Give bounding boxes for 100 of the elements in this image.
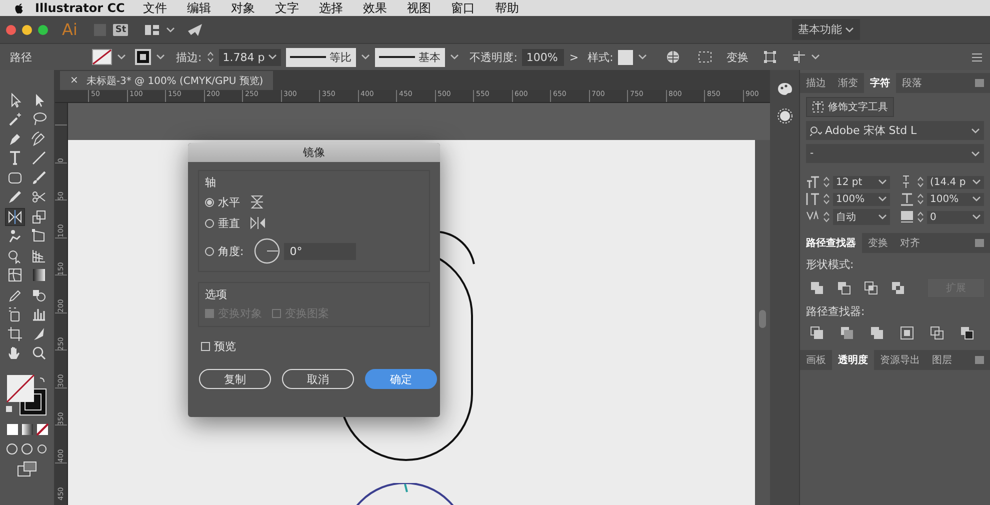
menu-item[interactable]: 文件 — [142, 0, 167, 16]
character-field[interactable]: (14.4 p — [927, 176, 984, 188]
chevron-down-icon[interactable] — [268, 54, 277, 60]
menu-item[interactable]: 效果 — [362, 0, 387, 16]
brush-dropdown[interactable]: 基本 — [374, 48, 445, 66]
transform-button[interactable]: 变换 — [726, 50, 748, 64]
opacity-field[interactable]: 100% — [522, 48, 564, 66]
spinner-arrows-icon[interactable] — [917, 211, 924, 223]
panel-tab[interactable]: 渐变 — [832, 73, 864, 93]
close-button[interactable] — [6, 24, 16, 34]
chevron-down-icon[interactable] — [845, 26, 854, 32]
chevron-down-icon[interactable] — [811, 54, 820, 60]
angle-field[interactable]: 0° — [284, 242, 356, 260]
touch-type-tool-button[interactable]: 修饰文字工具 — [806, 97, 894, 117]
close-tab-button[interactable]: × — [70, 75, 78, 86]
menu-icon[interactable] — [972, 52, 982, 62]
unite-icon[interactable] — [810, 281, 824, 295]
spinner-arrows-icon[interactable] — [917, 176, 924, 188]
sun-icon[interactable] — [776, 108, 792, 124]
panel-tab[interactable]: 字符 — [864, 73, 896, 93]
angle-dial[interactable] — [254, 238, 280, 264]
color-mode-icons[interactable] — [5, 423, 49, 437]
panel-tab[interactable]: 图层 — [926, 350, 958, 370]
drawing-mode-icons[interactable] — [5, 442, 49, 456]
dialog-button[interactable]: 复制 — [199, 369, 271, 389]
fill-none-swatch[interactable] — [92, 49, 112, 65]
variable-width-profile-dropdown[interactable]: 等比 — [286, 48, 356, 66]
globe-icon[interactable] — [666, 50, 680, 64]
style-swatch[interactable] — [618, 50, 634, 64]
chevron-down-icon[interactable] — [971, 150, 980, 156]
align-selection-icon[interactable] — [697, 50, 714, 64]
zoom-button[interactable] — [38, 24, 48, 34]
palette-icon[interactable] — [776, 82, 792, 96]
chevron-down-icon[interactable] — [972, 179, 981, 185]
chevron-down-icon[interactable] — [156, 54, 165, 60]
font-style-dropdown[interactable]: - — [806, 144, 984, 163]
more-options-button[interactable]: > — [569, 50, 579, 64]
apple-logo-icon[interactable] — [13, 2, 25, 14]
panel-tab[interactable]: 路径查找器 — [800, 233, 862, 253]
panel-tab[interactable]: 段落 — [896, 73, 928, 93]
divide-icon[interactable] — [810, 326, 824, 340]
radio-button[interactable] — [205, 198, 214, 206]
minus-back-icon[interactable] — [960, 326, 974, 340]
panel-tab[interactable]: 资源导出 — [874, 350, 926, 370]
font-family-dropdown[interactable]: Adobe 宋体 Std L — [806, 121, 984, 140]
minimize-button[interactable] — [22, 24, 32, 34]
chevron-down-icon[interactable] — [360, 54, 370, 60]
radio-button[interactable] — [205, 246, 214, 256]
chevron-down-icon[interactable] — [971, 128, 980, 134]
panel-tab[interactable]: 描边 — [800, 73, 832, 93]
spinner-arrows-icon[interactable] — [206, 51, 214, 63]
chevron-down-icon[interactable] — [972, 214, 981, 220]
chevron-down-icon[interactable] — [878, 214, 887, 220]
character-field[interactable]: 100% — [927, 192, 984, 206]
menu-item[interactable]: 文字 — [274, 0, 299, 16]
paper-plane-icon[interactable] — [187, 22, 204, 36]
workspace-switcher[interactable]: 基本功能 — [792, 19, 860, 40]
stroke-swatch[interactable] — [135, 49, 151, 65]
crop-icon[interactable] — [900, 326, 914, 340]
chevron-down-icon[interactable] — [878, 179, 887, 185]
spinner-arrows-icon[interactable] — [823, 211, 830, 223]
panel-tab[interactable]: 透明度 — [832, 350, 874, 370]
layout-icon[interactable] — [144, 24, 160, 36]
dialog-button[interactable]: 取消 — [282, 369, 354, 389]
checkbox[interactable] — [201, 342, 210, 350]
menu-item[interactable]: 窗口 — [450, 0, 475, 16]
bounding-box-icon[interactable] — [763, 50, 778, 64]
radio-button[interactable] — [205, 218, 214, 228]
chevron-down-icon[interactable] — [638, 54, 648, 60]
exclude-icon[interactable] — [891, 281, 905, 295]
minus-front-icon[interactable] — [837, 281, 851, 295]
merge-icon[interactable] — [870, 326, 884, 340]
intersect-icon[interactable] — [864, 281, 878, 295]
character-field[interactable]: 0 — [927, 210, 984, 224]
menu-item[interactable]: 帮助 — [494, 0, 519, 16]
menu-item[interactable]: 视图 — [406, 0, 431, 16]
app-name-menu[interactable]: Illustrator CC — [35, 1, 125, 15]
stroke-weight-field[interactable]: 1.784 p — [218, 48, 281, 66]
menu-item[interactable]: 选择 — [318, 0, 343, 16]
stock-button[interactable]: St — [113, 24, 128, 36]
chevron-down-icon[interactable] — [117, 54, 126, 60]
panel-tab[interactable]: 对齐 — [894, 233, 926, 253]
menu-item[interactable]: 编辑 — [186, 0, 211, 16]
spinner-arrows-icon[interactable] — [917, 193, 924, 205]
chevron-down-icon[interactable] — [166, 26, 176, 32]
character-field[interactable]: 100% — [833, 192, 890, 206]
panel-tab[interactable]: 画板 — [800, 350, 832, 370]
menu-item[interactable]: 对象 — [230, 0, 255, 16]
character-field[interactable]: 12 pt — [833, 176, 890, 188]
chevron-down-icon[interactable] — [450, 54, 459, 60]
screen-mode-icon[interactable] — [17, 461, 37, 477]
spinner-arrows-icon[interactable] — [823, 176, 830, 188]
character-field[interactable]: 自动 — [833, 209, 890, 225]
chevron-down-icon[interactable] — [972, 196, 981, 202]
scroll-thumb[interactable] — [759, 310, 766, 328]
chevron-down-icon[interactable] — [878, 196, 887, 202]
outline-icon[interactable] — [930, 326, 944, 340]
document-tab[interactable]: × 未标题-3* @ 100% (CMYK/GPU 预览) — [60, 71, 274, 90]
trim-icon[interactable] — [840, 326, 854, 340]
panel-tab[interactable]: 变换 — [862, 233, 894, 253]
